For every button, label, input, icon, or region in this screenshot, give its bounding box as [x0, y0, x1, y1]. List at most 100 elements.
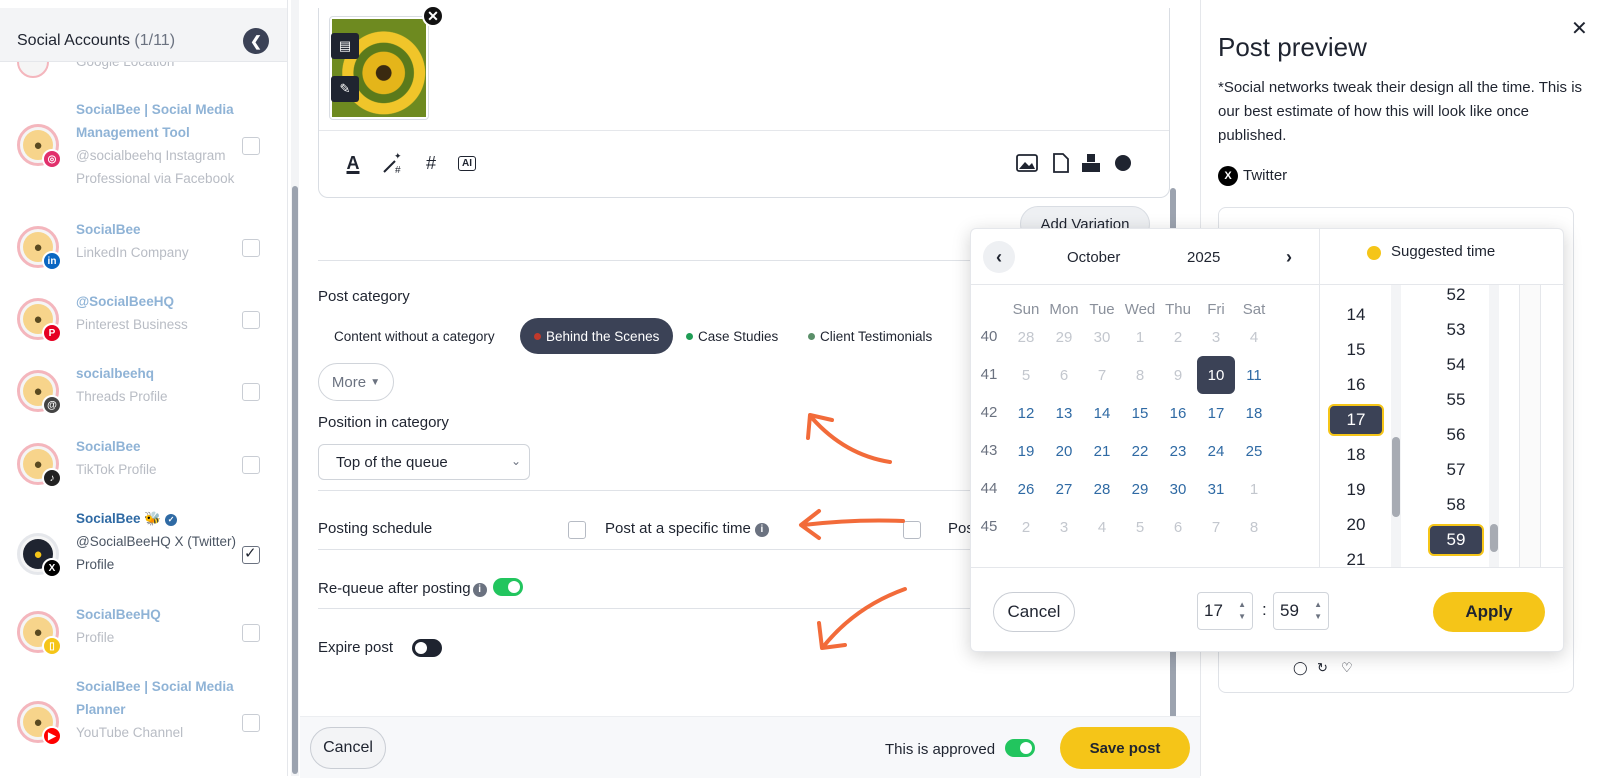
hashtag-generator-button[interactable]: # ✦ — [381, 151, 405, 175]
info-icon[interactable]: i — [472, 582, 487, 597]
sidebar-scrollbar[interactable] — [292, 186, 298, 774]
calendar-day[interactable]: 8 — [1121, 356, 1159, 394]
calendar-day[interactable]: 19 — [1007, 432, 1045, 470]
time-option[interactable]: 16 — [1328, 369, 1384, 401]
calendar-day[interactable]: 4 — [1083, 508, 1121, 546]
post-specific-time-checkbox[interactable] — [568, 521, 586, 539]
calendar-day[interactable]: 29 — [1121, 470, 1159, 508]
selected-time-option[interactable]: 59 — [1428, 524, 1484, 556]
calendar-day[interactable]: 3 — [1045, 508, 1083, 546]
calendar-day[interactable]: 6 — [1045, 356, 1083, 394]
hour-scrollbar[interactable] — [1392, 437, 1400, 517]
save-post-button[interactable]: Save post — [1060, 727, 1190, 769]
calendar-day[interactable]: 27 — [1045, 470, 1083, 508]
stepper-arrows-icon[interactable]: ▲ ▼ — [1314, 599, 1322, 623]
calendar-day[interactable]: 12 — [1007, 394, 1045, 432]
hour-input[interactable]: 17 ▲ ▼ — [1197, 592, 1253, 630]
calendar-day[interactable]: 7 — [1197, 508, 1235, 546]
category-chip[interactable]: Behind the Scenes — [520, 318, 674, 354]
expire-post-toggle[interactable] — [412, 639, 442, 657]
text-format-button[interactable]: A — [341, 151, 365, 175]
calendar-day[interactable]: 26 — [1007, 470, 1045, 508]
time-option[interactable]: 15 — [1328, 334, 1384, 366]
calendar-day[interactable]: 5 — [1007, 356, 1045, 394]
calendar-day[interactable]: 9 — [1159, 356, 1197, 394]
requeue-toggle[interactable] — [493, 578, 523, 596]
close-preview-button[interactable]: ✕ — [1571, 16, 1588, 41]
time-option[interactable]: 18 — [1328, 439, 1384, 471]
account-checkbox[interactable] — [242, 624, 260, 642]
account-checkbox[interactable] — [242, 239, 260, 257]
category-chip[interactable]: Content without a category — [320, 318, 509, 354]
month-label[interactable]: October — [1067, 249, 1120, 266]
calendar-day[interactable]: 6 — [1159, 508, 1197, 546]
collapse-sidebar-button[interactable]: ❮ — [243, 28, 269, 54]
calendar-day[interactable]: 30 — [1159, 470, 1197, 508]
account-checkbox[interactable] — [242, 456, 260, 474]
calendar-day[interactable]: 2 — [1007, 508, 1045, 546]
info-icon[interactable]: i — [754, 522, 769, 537]
calendar-day[interactable]: 5 — [1121, 508, 1159, 546]
category-chip[interactable]: Client Testimonials — [794, 318, 946, 354]
time-option[interactable]: 21 — [1328, 544, 1384, 567]
account-checkbox[interactable] — [242, 714, 260, 732]
account-checkbox[interactable] — [242, 383, 260, 401]
calendar-day[interactable]: 29 — [1045, 318, 1083, 356]
time-option[interactable]: 53 — [1428, 314, 1484, 346]
account-checkbox[interactable]: ✓ — [242, 545, 260, 564]
calendar-day[interactable]: 8 — [1235, 508, 1273, 546]
calendar-day[interactable]: 28 — [1007, 318, 1045, 356]
calendar-day[interactable]: 14 — [1083, 394, 1121, 432]
time-option[interactable]: 52 — [1428, 285, 1484, 311]
time-option[interactable]: 20 — [1328, 509, 1384, 541]
calendar-day[interactable]: 2 — [1159, 318, 1197, 356]
calendar-day[interactable]: 24 — [1197, 432, 1235, 470]
calendar-day[interactable]: 17 — [1197, 394, 1235, 432]
calendar-day[interactable]: 7 — [1083, 356, 1121, 394]
category-chip[interactable]: Case Studies — [672, 318, 792, 354]
time-option[interactable]: 14 — [1328, 299, 1384, 331]
calendar-day[interactable]: 28 — [1083, 470, 1121, 508]
calendar-day[interactable]: 11 — [1235, 356, 1273, 394]
minute-scrollbar[interactable] — [1490, 524, 1498, 552]
calendar-day[interactable]: 1 — [1235, 470, 1273, 508]
calendar-day[interactable]: 4 — [1235, 318, 1273, 356]
calendar-day[interactable]: 15 — [1121, 394, 1159, 432]
apply-button[interactable]: Apply — [1433, 592, 1545, 632]
time-option[interactable]: 57 — [1428, 454, 1484, 486]
selected-time-option[interactable]: 17 — [1328, 404, 1384, 436]
add-image-button[interactable] — [1015, 151, 1039, 175]
calendar-day[interactable]: 13 — [1045, 394, 1083, 432]
minute-input[interactable]: 59 ▲ ▼ — [1273, 592, 1329, 630]
cancel-datetime-button[interactable]: Cancel — [993, 592, 1075, 632]
calendar-day[interactable]: 3 — [1197, 318, 1235, 356]
next-month-button[interactable]: › — [1273, 241, 1305, 273]
edit-image-button[interactable]: ✎ — [331, 76, 359, 102]
time-option[interactable]: 54 — [1428, 349, 1484, 381]
hashtag-button[interactable]: # — [419, 151, 443, 175]
more-categories-button[interactable]: More ▼ — [318, 363, 394, 401]
account-checkbox[interactable] — [242, 311, 260, 329]
selected-day[interactable]: 10 — [1197, 356, 1235, 394]
cancel-button[interactable]: Cancel — [310, 727, 386, 769]
ai-button[interactable]: AI — [455, 151, 479, 175]
alt-text-button[interactable]: ▤ — [331, 33, 359, 59]
calendar-day[interactable]: 23 — [1159, 432, 1197, 470]
previous-month-button[interactable]: ‹ — [983, 241, 1015, 273]
calendar-day[interactable]: 1 — [1121, 318, 1159, 356]
time-option[interactable]: 13 — [1328, 285, 1384, 296]
position-select[interactable]: Top of the queue ⌄ — [318, 444, 530, 480]
media-library-button[interactable] — [1079, 151, 1103, 175]
calendar-day[interactable]: 21 — [1083, 432, 1121, 470]
canva-button[interactable] — [1111, 151, 1135, 175]
calendar-day[interactable]: 25 — [1235, 432, 1273, 470]
approved-toggle[interactable] — [1005, 739, 1035, 757]
calendar-day[interactable]: 31 — [1197, 470, 1235, 508]
calendar-day[interactable]: 20 — [1045, 432, 1083, 470]
calendar-day[interactable]: 16 — [1159, 394, 1197, 432]
time-option[interactable]: 55 — [1428, 384, 1484, 416]
add-document-button[interactable] — [1049, 151, 1073, 175]
account-checkbox[interactable] — [242, 137, 260, 155]
media-thumbnail[interactable] — [329, 16, 429, 120]
time-option[interactable]: 56 — [1428, 419, 1484, 451]
